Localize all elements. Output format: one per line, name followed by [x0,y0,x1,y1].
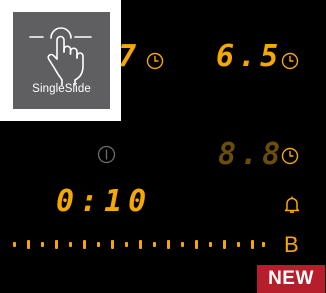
power-level-slider[interactable] [0,232,270,256]
slider-segment[interactable] [167,239,170,249]
power-icon[interactable] [97,145,116,164]
feature-overlay: SingleSlide [0,0,121,121]
slider-segment[interactable] [111,239,114,249]
slider-segment[interactable] [251,239,254,249]
boost-button[interactable]: B [284,232,299,258]
zone-2-display: 6.5 [216,39,283,74]
slider-segment[interactable] [125,241,128,247]
slider-segment[interactable] [262,241,265,247]
zone-1-clock-icon[interactable] [146,52,164,70]
slider-segment[interactable] [153,241,156,247]
slider-segment[interactable] [223,239,226,249]
slider-segment[interactable] [237,241,240,247]
slider-segment[interactable] [139,239,142,249]
slider-segment[interactable] [27,239,30,249]
zone-3-display: 8.8 [218,137,285,172]
singleslide-badge: SingleSlide [13,12,110,109]
slider-segment[interactable] [181,241,184,247]
slider-segment[interactable] [83,239,86,249]
slider-segment[interactable] [97,241,100,247]
slider-segment[interactable] [209,241,212,247]
slider-segment[interactable] [13,241,16,247]
slider-segment[interactable] [195,239,198,249]
slider-segment[interactable] [69,241,72,247]
slider-segment[interactable] [41,241,44,247]
zone-3-clock-icon[interactable] [281,147,299,165]
slider-segment[interactable] [55,239,58,249]
cooktop-control-panel: 7 6.5 8.8 0:10 B NEW SingleSlide [0,0,326,293]
bell-icon[interactable] [283,195,301,215]
new-badge: NEW [257,265,325,293]
zone-1-display: 7 [118,39,140,74]
zone-2-clock-icon[interactable] [281,52,299,70]
singleslide-label: SingleSlide [32,83,91,95]
timer-display: 0:10 [56,184,153,219]
